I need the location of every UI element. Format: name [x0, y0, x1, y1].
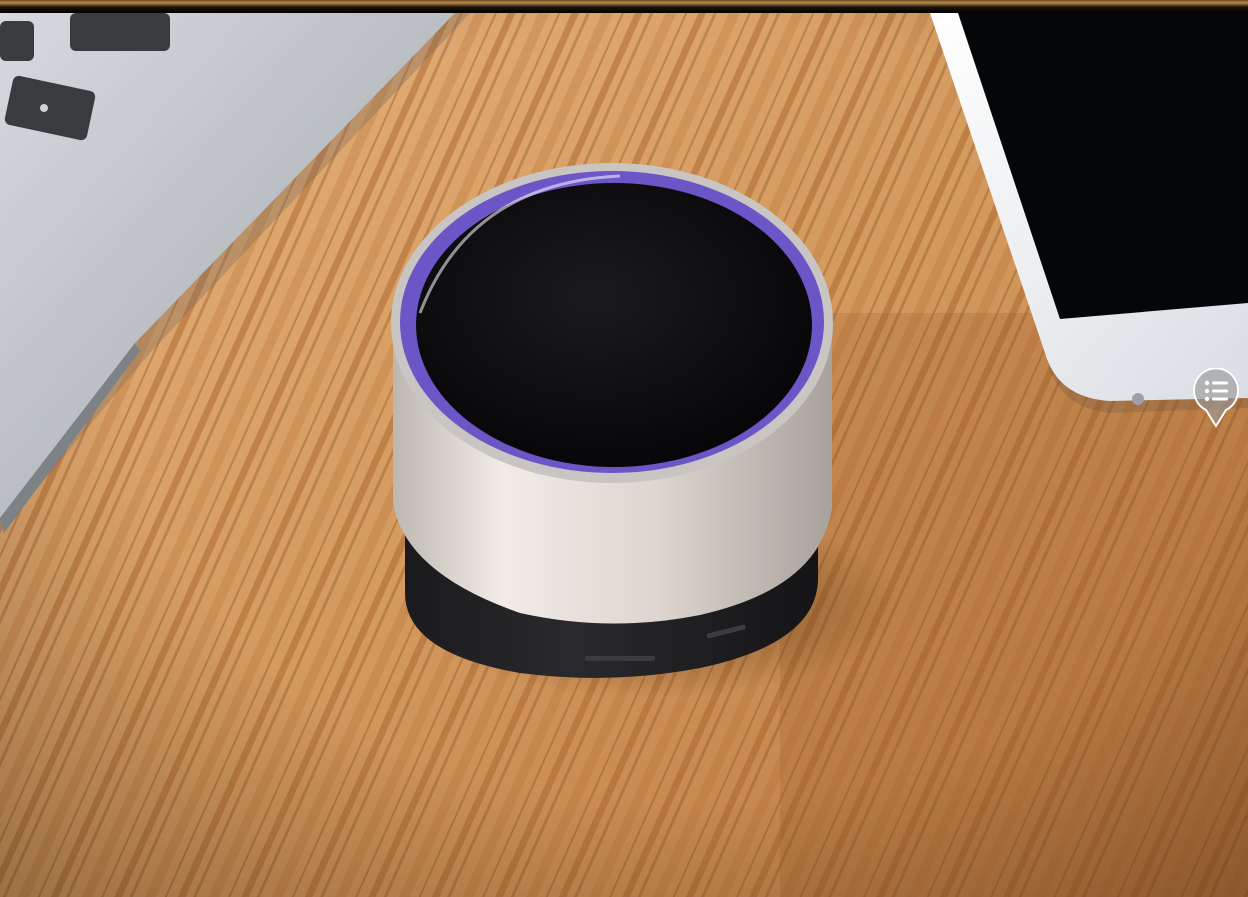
list-icon [1193, 367, 1239, 428]
photo-viewer [0, 0, 1248, 897]
top-border [0, 0, 1248, 13]
speaker-grill [416, 183, 812, 467]
bluetooth-speaker [391, 163, 833, 678]
product-photo [0, 13, 1248, 897]
charge-port [585, 656, 655, 661]
list-marker-button[interactable] [1192, 367, 1240, 428]
